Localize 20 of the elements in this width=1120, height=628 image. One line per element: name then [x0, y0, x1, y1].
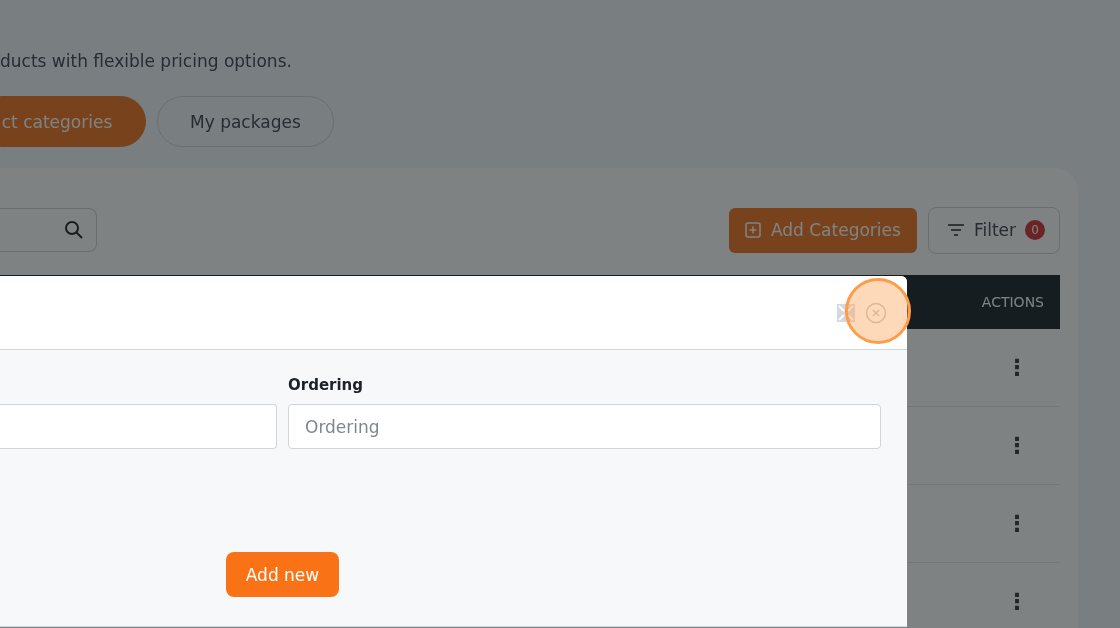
ordering-field[interactable]: Ordering: [288, 404, 881, 449]
search-field[interactable]: [0, 208, 97, 252]
tab[interactable]: ct categories: [0, 96, 146, 147]
add-new-button[interactable]: Add new: [226, 552, 339, 597]
row-menu-icon[interactable]: ⋮: [1006, 590, 1028, 613]
filter-count-badge: 0: [1025, 220, 1045, 240]
search-icon: [64, 220, 84, 240]
column-header: ACTIONS: [981, 294, 1044, 310]
input-field[interactable]: [0, 404, 277, 449]
filter-button[interactable]: Filter 0: [927, 206, 1060, 254]
close-icon[interactable]: [865, 301, 887, 324]
page-subtitle: ducts with flexible pricing options.: [0, 50, 293, 72]
filter-icon: [946, 223, 965, 237]
add-categories-button[interactable]: Add Categories: [728, 207, 917, 253]
row-menu-icon[interactable]: ⋮: [1006, 356, 1028, 379]
expand-icon[interactable]: [836, 302, 856, 323]
field-label: Ordering: [288, 376, 364, 394]
row-menu-icon[interactable]: ⋮: [1006, 434, 1028, 457]
plus-square-icon: [744, 222, 761, 238]
row-menu-icon[interactable]: ⋮: [1006, 512, 1028, 535]
